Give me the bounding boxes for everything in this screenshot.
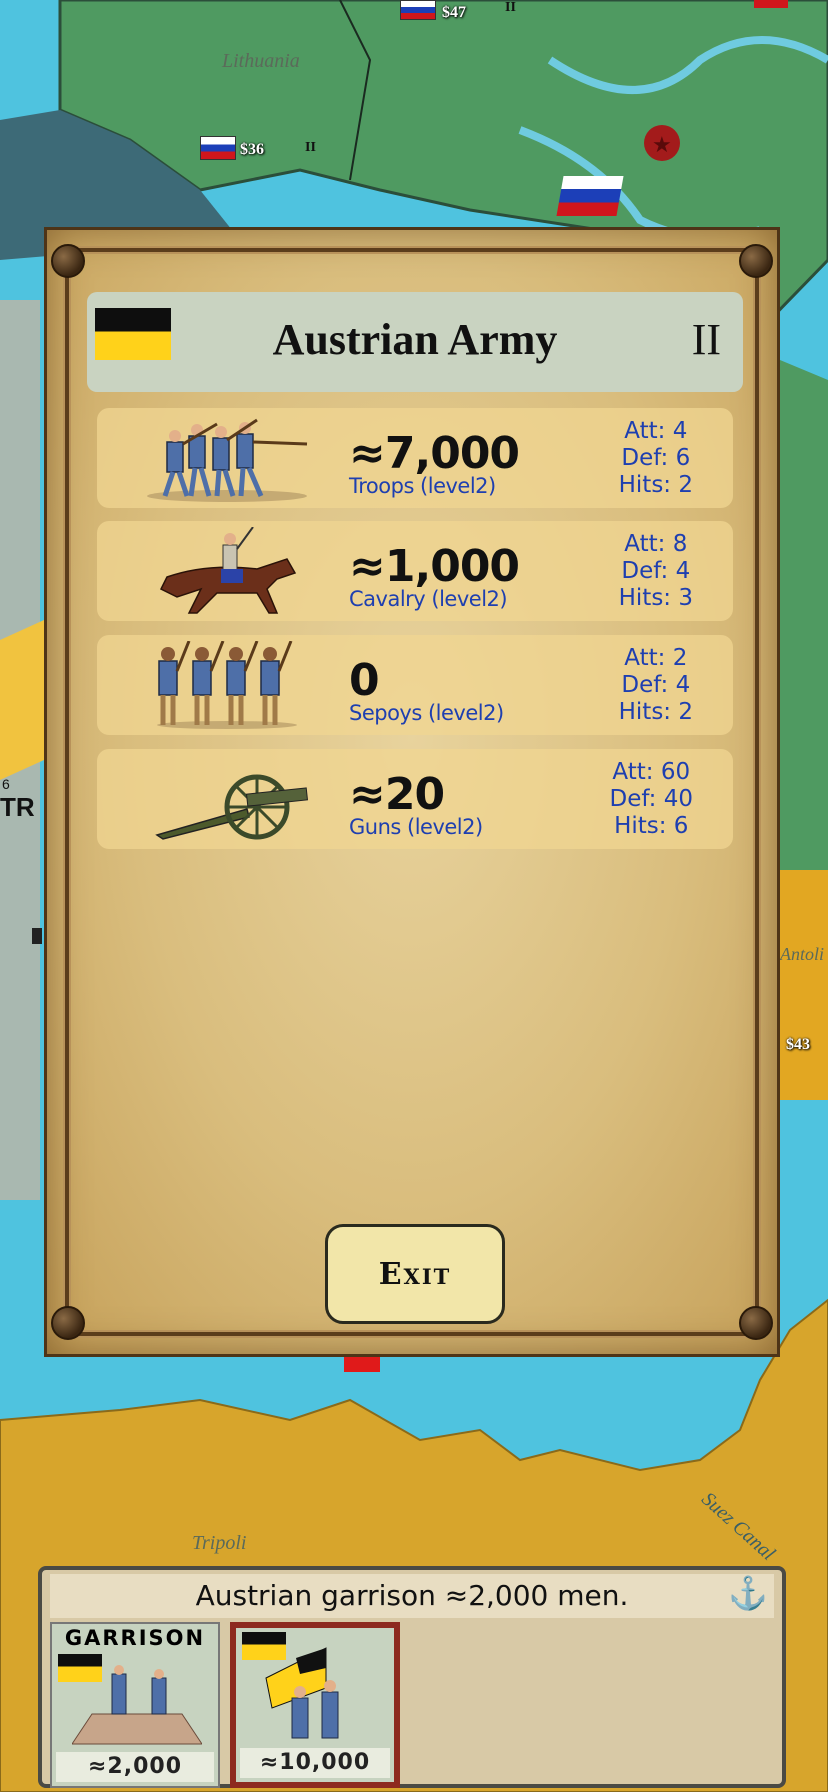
stat-defense: Def: 40	[609, 786, 693, 812]
army-banner-icon	[265, 1647, 339, 1739]
army-title-bar: Austrian Army II	[87, 292, 743, 392]
stat-hits: Hits: 3	[618, 585, 693, 611]
map-edge-text-tr: TR	[0, 792, 35, 822]
unit-row-cavalry: ≈1,000 Cavalry (level2) Att: 8 Def: 4 Hi…	[97, 521, 733, 621]
sepoy-icon	[157, 641, 297, 729]
russia-flag-icon	[400, 0, 436, 20]
russia-flag-icon	[200, 136, 236, 160]
map-edge-text-6: 6	[2, 776, 10, 792]
unit-count: 0	[349, 655, 380, 706]
garrison-header: Austrian garrison ≈2,000 men.	[50, 1574, 774, 1618]
stat-hits: Hits: 6	[614, 813, 689, 839]
stat-hits: Hits: 2	[618, 699, 693, 725]
unit-row-sepoys: 0 Sepoys (level2) Att: 2 Def: 4 Hits: 2	[97, 635, 733, 735]
map-label-tripoli: Tripoli	[192, 1532, 247, 1554]
level-top: II	[505, 0, 516, 15]
card-label: Garrison	[64, 1626, 206, 1650]
stat-defense: Def: 4	[621, 672, 691, 698]
unit-count: ≈20	[349, 769, 445, 820]
map-label-antolia: Antoli	[780, 944, 824, 964]
fortification-icon	[72, 1665, 202, 1745]
army-card-selected[interactable]: ≈10,000	[230, 1622, 400, 1788]
map-label-lithuania: Lithuania	[222, 50, 300, 72]
rivet	[51, 1306, 85, 1340]
red-star-icon: ★	[652, 132, 672, 157]
anchor-icon[interactable]: ⚓	[728, 1574, 768, 1612]
stat-defense: Def: 6	[621, 445, 691, 471]
army-level: II	[691, 315, 721, 364]
stat-attack: Att: 8	[624, 531, 688, 557]
stat-attack: Att: 2	[624, 645, 688, 671]
garrison-bar: Austrian garrison ≈2,000 men. ⚓ Garrison…	[38, 1566, 786, 1788]
rivet	[51, 244, 85, 278]
rivet	[739, 1306, 773, 1340]
unit-row-troops: ≈7,000 Troops (level2) Att: 4 Def: 6 Hit…	[97, 408, 733, 508]
card-count: ≈2,000	[56, 1752, 214, 1782]
money-antolia: $43	[786, 1036, 810, 1053]
unit-name: Troops (level2)	[349, 474, 496, 498]
exit-button[interactable]: Exit	[325, 1224, 505, 1324]
army-panel: Austrian Army II ≈7,000 Troops (level2) …	[44, 227, 780, 1357]
stat-hits: Hits: 2	[618, 472, 693, 498]
unit-count: ≈7,000	[349, 428, 520, 479]
rivet	[739, 244, 773, 278]
russian-army-lithuania[interactable]	[200, 136, 236, 165]
unit-name: Guns (level2)	[349, 815, 483, 839]
unit-count: ≈1,000	[349, 541, 520, 592]
unit-stats: Att: 8 Def: 4 Hits: 3	[619, 531, 693, 612]
level-lithuania: II	[305, 140, 316, 155]
card-count: ≈10,000	[240, 1748, 390, 1778]
cavalry-icon	[159, 527, 297, 614]
stat-attack: Att: 60	[612, 759, 691, 785]
unit-stats: Att: 60 Def: 40 Hits: 6	[610, 759, 693, 840]
unit-name: Cavalry (level2)	[349, 587, 508, 611]
russian-army-moscow[interactable]	[556, 176, 624, 216]
money-lithuania: $36	[240, 141, 264, 158]
garrison-card[interactable]: Garrison ≈2,000	[50, 1622, 220, 1788]
stat-defense: Def: 4	[621, 558, 691, 584]
cannon-icon	[155, 774, 309, 840]
army-title: Austrian Army	[272, 315, 558, 364]
unit-row-guns: ≈20 Guns (level2) Att: 60 Def: 40 Hits: …	[97, 749, 733, 849]
stat-attack: Att: 4	[624, 418, 688, 444]
money-top: $47	[442, 4, 466, 21]
unit-stats: Att: 2 Def: 4 Hits: 2	[619, 645, 693, 726]
infantry-icon	[147, 418, 308, 502]
unit-stats: Att: 4 Def: 6 Hits: 2	[619, 418, 693, 499]
unit-name: Sepoys (level2)	[349, 701, 504, 725]
russian-army-top[interactable]	[400, 0, 436, 25]
